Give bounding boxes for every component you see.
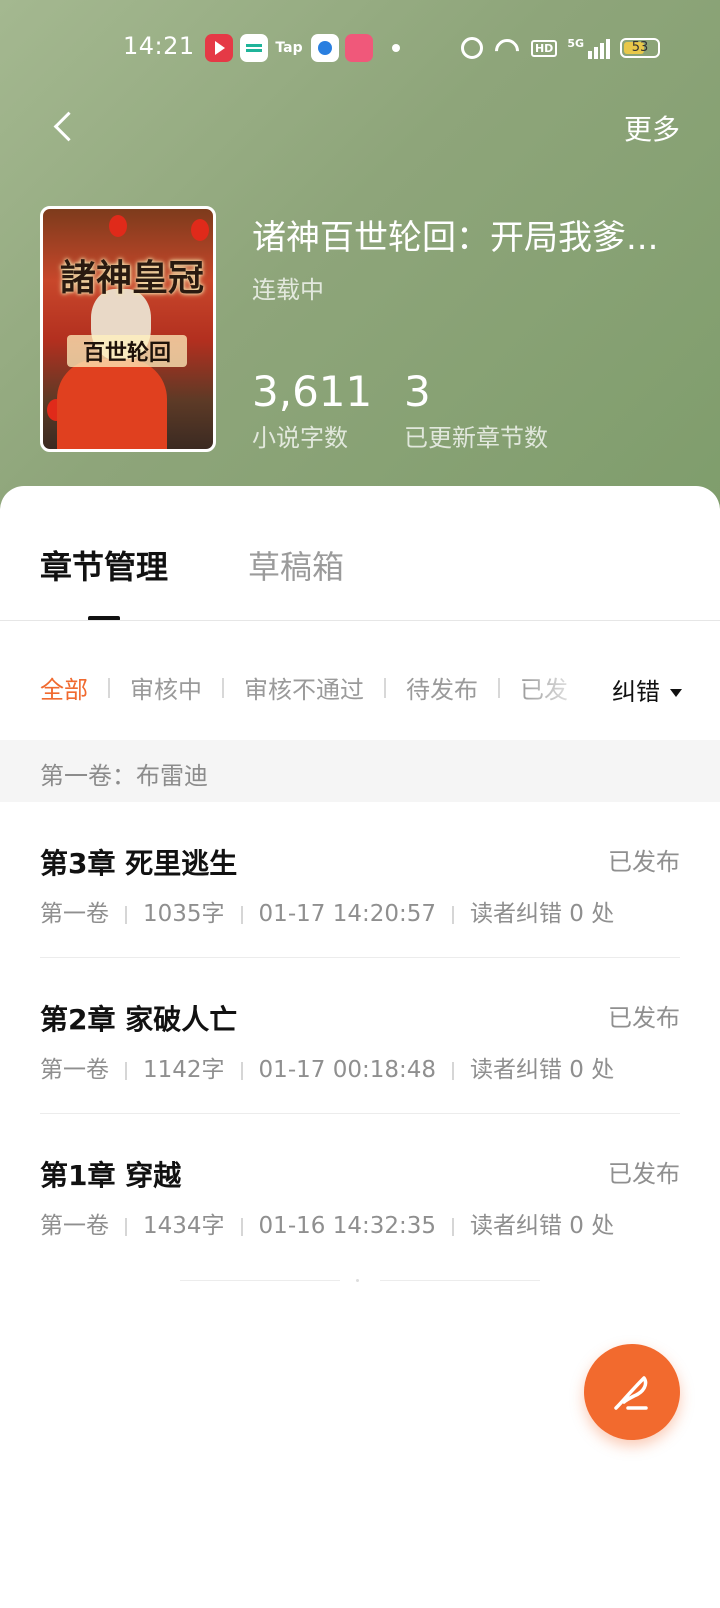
chapter-volume: 第一卷 [40,1057,109,1083]
chapter-volume: 第一卷 [40,901,109,927]
chapter-title: 第2章 家破人亡 [40,1003,238,1036]
correction-dropdown[interactable]: 纠错 [612,672,682,707]
book-cover[interactable]: 諸神皇冠 百世轮回 [40,206,216,452]
alarm-icon [460,37,483,59]
chapter-words: 1142字 [143,1057,225,1083]
chapter-count-value: 3 [404,367,431,416]
wifi-icon [493,37,521,59]
chapter-item[interactable]: 第3章 死里逃生 已发布 第一卷 1035字 01-17 14:20:57 读者纠错 … [40,802,680,958]
chapter-time: 01-16 14:32:35 [258,1213,436,1239]
tab-drafts[interactable]: 草稿箱 [248,542,344,588]
book-status: 连载中 [252,276,324,304]
network-type: 5G [567,37,584,50]
chapter-state: 已发布 [608,848,680,876]
battery-icon: 53 [620,38,660,58]
status-indicators: HD 5G 53 [460,34,660,62]
more-button[interactable]: 更多 [624,108,680,148]
filter-fade [520,666,600,714]
bilibili-app-icon [345,34,373,62]
quill-pen-icon [614,1376,648,1410]
chapter-corrections: 读者纠错 0 处 [470,901,615,927]
more-notifications-dot-icon [392,44,400,52]
signal-icon: 5G [567,37,610,59]
status-filter-bar: 全部审核中审核不通过待发布已发 [40,670,600,710]
hd-icon: HD [530,39,558,57]
write-chapter-button[interactable] [584,1344,680,1440]
chapter-meta: 第一卷 1035字 01-17 14:20:57 读者纠错 0 处 [40,894,614,928]
chapter-volume: 第一卷 [40,1213,109,1239]
status-bar: 14:21 Tap HD 5G 53 [0,0,720,96]
chapter-words: 1434字 [143,1213,225,1239]
chapter-meta: 第一卷 1434字 01-16 14:32:35 读者纠错 0 处 [40,1206,614,1240]
chapter-title: 第1章 穿越 [40,1159,182,1192]
status-time: 14:21 [123,32,195,60]
caret-down-icon [670,689,682,697]
filter-rejected[interactable]: 审核不通过 [244,670,364,705]
chapter-count-label: 已更新章节数 [404,424,548,452]
chapter-corrections: 读者纠错 0 处 [470,1057,615,1083]
filter-under-review[interactable]: 审核中 [130,670,202,705]
back-button[interactable] [44,104,84,152]
chapter-time: 01-17 00:18:48 [258,1057,436,1083]
book-header: 14:21 Tap HD 5G 53 更多 諸神皇冠 百世轮回 诸神百世轮回：开… [0,0,720,520]
chapter-count-stat: 3 已更新章节数 [404,368,548,453]
battery-level: 53 [631,40,649,55]
tab-chapter-management[interactable]: 章节管理 [40,542,168,588]
tap-app-icon: Tap [275,40,303,56]
word-count-stat: 3,611 小说字数 [252,368,372,453]
browser-app-icon [311,34,339,62]
chapter-state: 已发布 [608,1160,680,1188]
volume-label: 第一卷：布雷迪 [40,762,208,790]
chapter-words: 1035字 [143,901,225,927]
content-sheet: 章节管理 草稿箱 全部审核中审核不通过待发布已发 纠错 第一卷：布雷迪 第3章 … [0,486,720,1608]
wallet-app-icon [240,34,268,62]
volume-header: 第一卷：布雷迪 [0,740,720,802]
tab-divider [0,620,720,621]
filter-pending[interactable]: 待发布 [406,670,478,705]
cover-subtitle: 百世轮回 [67,335,187,367]
chapter-corrections: 读者纠错 0 处 [470,1213,615,1239]
chapter-title: 第3章 死里逃生 [40,847,238,880]
cover-title: 諸神皇冠 [59,257,204,299]
chapter-item[interactable]: 第1章 穿越 已发布 第一卷 1434字 01-16 14:32:35 读者纠错 0 … [40,1114,680,1270]
list-end-marker [180,1279,540,1282]
word-count-label: 小说字数 [252,424,348,452]
video-app-icon [205,34,233,62]
chapter-item[interactable]: 第2章 家破人亡 已发布 第一卷 1142字 01-17 00:18:48 读者纠错 … [40,958,680,1114]
correction-label: 纠错 [612,678,660,706]
filter-all[interactable]: 全部 [40,670,88,705]
chapter-state: 已发布 [608,1004,680,1032]
word-count-value: 3,611 [252,367,373,416]
chapter-meta: 第一卷 1142字 01-17 00:18:48 读者纠错 0 处 [40,1050,614,1084]
book-title: 诸神百世轮回：开局我爹... [252,218,659,258]
chapter-time: 01-17 14:20:57 [258,901,436,927]
